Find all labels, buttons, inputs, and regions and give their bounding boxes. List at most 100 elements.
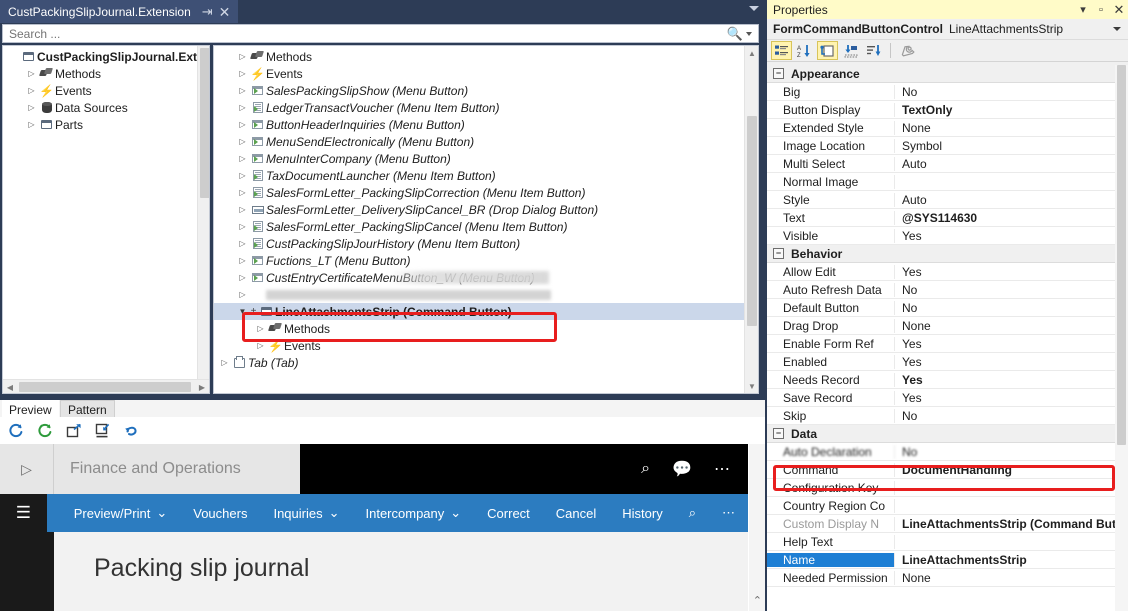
fo-action-item[interactable]: Vouchers <box>180 506 260 521</box>
fo-action-item[interactable]: History <box>609 506 675 521</box>
property-row[interactable]: Drag Drop None <box>767 317 1128 335</box>
model-tree-left[interactable]: ▷CustPackingSlipJournal.Extensi▷Methods▷… <box>2 45 210 394</box>
chevron-right-icon[interactable]: ▷ <box>25 69 38 78</box>
tree-node[interactable]: ▷ SalesPackingSlipShow (Menu Button) <box>214 82 758 99</box>
property-value[interactable]: DocumentHandling <box>895 463 1128 477</box>
chevron-down-icon[interactable]: ▾ <box>1074 3 1092 16</box>
property-row[interactable]: Configuration Key <box>767 479 1128 497</box>
tree-node[interactable]: ▷ MenuInterCompany (Menu Button) <box>214 150 758 167</box>
tree-node[interactable]: ▷ SalesFormLetter_PackingSlipCorrection (… <box>214 184 758 201</box>
ellipsis-icon[interactable]: ⋯ <box>714 459 730 479</box>
close-icon[interactable]: ✕ <box>1110 2 1128 18</box>
chevron-down-icon[interactable]: ⌄ <box>329 506 340 519</box>
chevron-right-icon[interactable]: ▷ <box>236 69 249 78</box>
property-row[interactable]: Enable Form Ref Yes <box>767 335 1128 353</box>
property-row[interactable]: Extended Style None <box>767 119 1128 137</box>
scroll-right-icon[interactable]: ▶ <box>195 380 209 393</box>
tree-node[interactable]: ▷ LedgerTransactVoucher (Menu Item Button… <box>214 99 758 116</box>
chevron-right-icon[interactable]: ▷ <box>236 52 249 61</box>
property-row[interactable]: Big No <box>767 83 1128 101</box>
preview-vertical-scrollbar[interactable]: ⌃ <box>749 444 765 611</box>
scroll-up-icon[interactable]: ▲ <box>745 46 758 60</box>
tree-node[interactable]: ▷ ⚡ Events <box>3 82 209 99</box>
collapse-icon[interactable]: − <box>773 248 784 259</box>
properties-category-row[interactable]: − Appearance <box>767 65 1128 83</box>
chevron-right-icon[interactable]: ▷ <box>236 188 249 197</box>
search-bar[interactable]: 🔍 <box>2 24 759 43</box>
fo-action-item[interactable]: Cancel <box>543 506 609 521</box>
fo-action-ellipsis-icon[interactable]: ⋯ <box>709 505 748 521</box>
collapse-icon[interactable]: − <box>773 68 784 79</box>
restore-icon[interactable]: ▫ <box>1092 4 1110 16</box>
property-row[interactable]: Command DocumentHandling <box>767 461 1128 479</box>
pin-icon[interactable]: ⇥ <box>199 5 216 18</box>
tree-node[interactable]: ▷ ⚡ Events <box>214 65 758 82</box>
wrench-icon[interactable] <box>897 41 918 60</box>
search-icon[interactable]: 🔍 <box>727 26 746 42</box>
close-icon[interactable]: ✕ <box>216 5 234 19</box>
chevron-right-icon[interactable]: ▷ <box>236 103 249 112</box>
tree-node[interactable]: ▷ Methods <box>3 65 209 82</box>
tree-node[interactable]: ▷ ⚡ Events <box>214 337 758 354</box>
document-tab[interactable]: CustPackingSlipJournal.Extension ⇥ ✕ <box>0 0 239 23</box>
property-pages-icon[interactable] <box>840 41 861 60</box>
property-row[interactable]: Multi Select Auto <box>767 155 1128 173</box>
property-value[interactable]: No <box>895 85 1128 99</box>
property-value[interactable]: No <box>895 445 1128 459</box>
chevron-right-icon[interactable]: ▷ <box>236 171 249 180</box>
property-value[interactable]: None <box>895 121 1128 135</box>
chevron-right-icon[interactable]: ▷ <box>236 222 249 231</box>
properties-icon[interactable] <box>817 41 838 60</box>
undo-icon[interactable] <box>122 421 142 441</box>
chevron-right-icon[interactable]: ▷ <box>236 239 249 248</box>
search-options-chevron-down-icon[interactable] <box>746 31 752 36</box>
feedback-icon[interactable]: 💬 <box>672 459 692 479</box>
tree-node[interactable]: ▷ Parts <box>3 116 209 133</box>
tree-node[interactable]: ▷ Methods <box>214 48 758 65</box>
chevron-right-icon[interactable]: ▷ <box>254 324 267 333</box>
property-row[interactable]: Needed Permission None <box>767 569 1128 587</box>
tree-node[interactable]: ▷ MenuSendElectronically (Menu Button) <box>214 133 758 150</box>
property-row[interactable]: Help Text <box>767 533 1128 551</box>
property-row[interactable]: Allow Edit Yes <box>767 263 1128 281</box>
property-row[interactable]: Country Region Co <box>767 497 1128 515</box>
property-value[interactable]: Yes <box>895 373 1128 387</box>
property-value[interactable]: None <box>895 319 1128 333</box>
chevron-right-icon[interactable]: ▷ <box>236 205 249 214</box>
chevron-right-icon[interactable]: ▷ <box>0 444 54 494</box>
left-tree-vertical-scrollbar[interactable] <box>197 46 209 393</box>
tree-node-selected[interactable]: ▼ + LineAttachmentsStrip (Command Button) <box>214 303 758 320</box>
model-tree-right[interactable]: ▷ Methods ▷ ⚡ Events ▷ SalesPackingSlipShow (M… <box>213 45 759 394</box>
scroll-up-icon[interactable]: ⌃ <box>753 594 762 607</box>
property-row[interactable]: Custom Display N LineAttachmentsStrip (Co… <box>767 515 1128 533</box>
property-value[interactable]: None <box>895 571 1128 585</box>
property-value[interactable]: No <box>895 409 1128 423</box>
chevron-right-icon[interactable]: ▷ <box>25 86 38 95</box>
fo-action-item[interactable]: Intercompany ⌄ <box>353 506 475 521</box>
tree-node[interactable]: ▷ TaxDocumentLauncher (Menu Item Button) <box>214 167 758 184</box>
tree-node[interactable]: ▷ Methods <box>214 320 758 337</box>
search-icon[interactable]: ⌕ <box>641 460 650 478</box>
property-row[interactable]: Button Display TextOnly <box>767 101 1128 119</box>
chevron-right-icon[interactable]: ▷ <box>236 256 249 265</box>
property-row-selected[interactable]: Name LineAttachmentsStrip <box>767 551 1128 569</box>
hamburger-icon[interactable]: ☰ <box>0 494 47 532</box>
fo-action-item[interactable]: Inquiries ⌄ <box>260 506 352 521</box>
collapse-icon[interactable]: − <box>773 428 784 439</box>
property-row[interactable]: Needs Record Yes <box>767 371 1128 389</box>
property-value[interactable]: Yes <box>895 391 1128 405</box>
tab-overflow-chevron-down-icon[interactable] <box>749 6 759 11</box>
chevron-right-icon[interactable]: ▷ <box>236 137 249 146</box>
property-row[interactable]: Style Auto <box>767 191 1128 209</box>
object-selector-chevron-down-icon[interactable] <box>1113 27 1121 31</box>
scroll-left-icon[interactable]: ◀ <box>3 380 17 393</box>
tree-node[interactable]: ▷ Tab (Tab) <box>214 354 758 371</box>
search-input[interactable] <box>3 26 727 41</box>
property-value[interactable]: Symbol <box>895 139 1128 153</box>
property-value[interactable]: LineAttachmentsStrip (Command Buttor <box>895 517 1128 531</box>
chevron-right-icon[interactable]: ▷ <box>254 341 267 350</box>
property-row[interactable]: Skip No <box>767 407 1128 425</box>
chevron-right-icon[interactable]: ▷ <box>236 120 249 129</box>
refresh-green-icon[interactable] <box>35 421 55 441</box>
chevron-down-icon[interactable]: ⌄ <box>450 506 461 519</box>
